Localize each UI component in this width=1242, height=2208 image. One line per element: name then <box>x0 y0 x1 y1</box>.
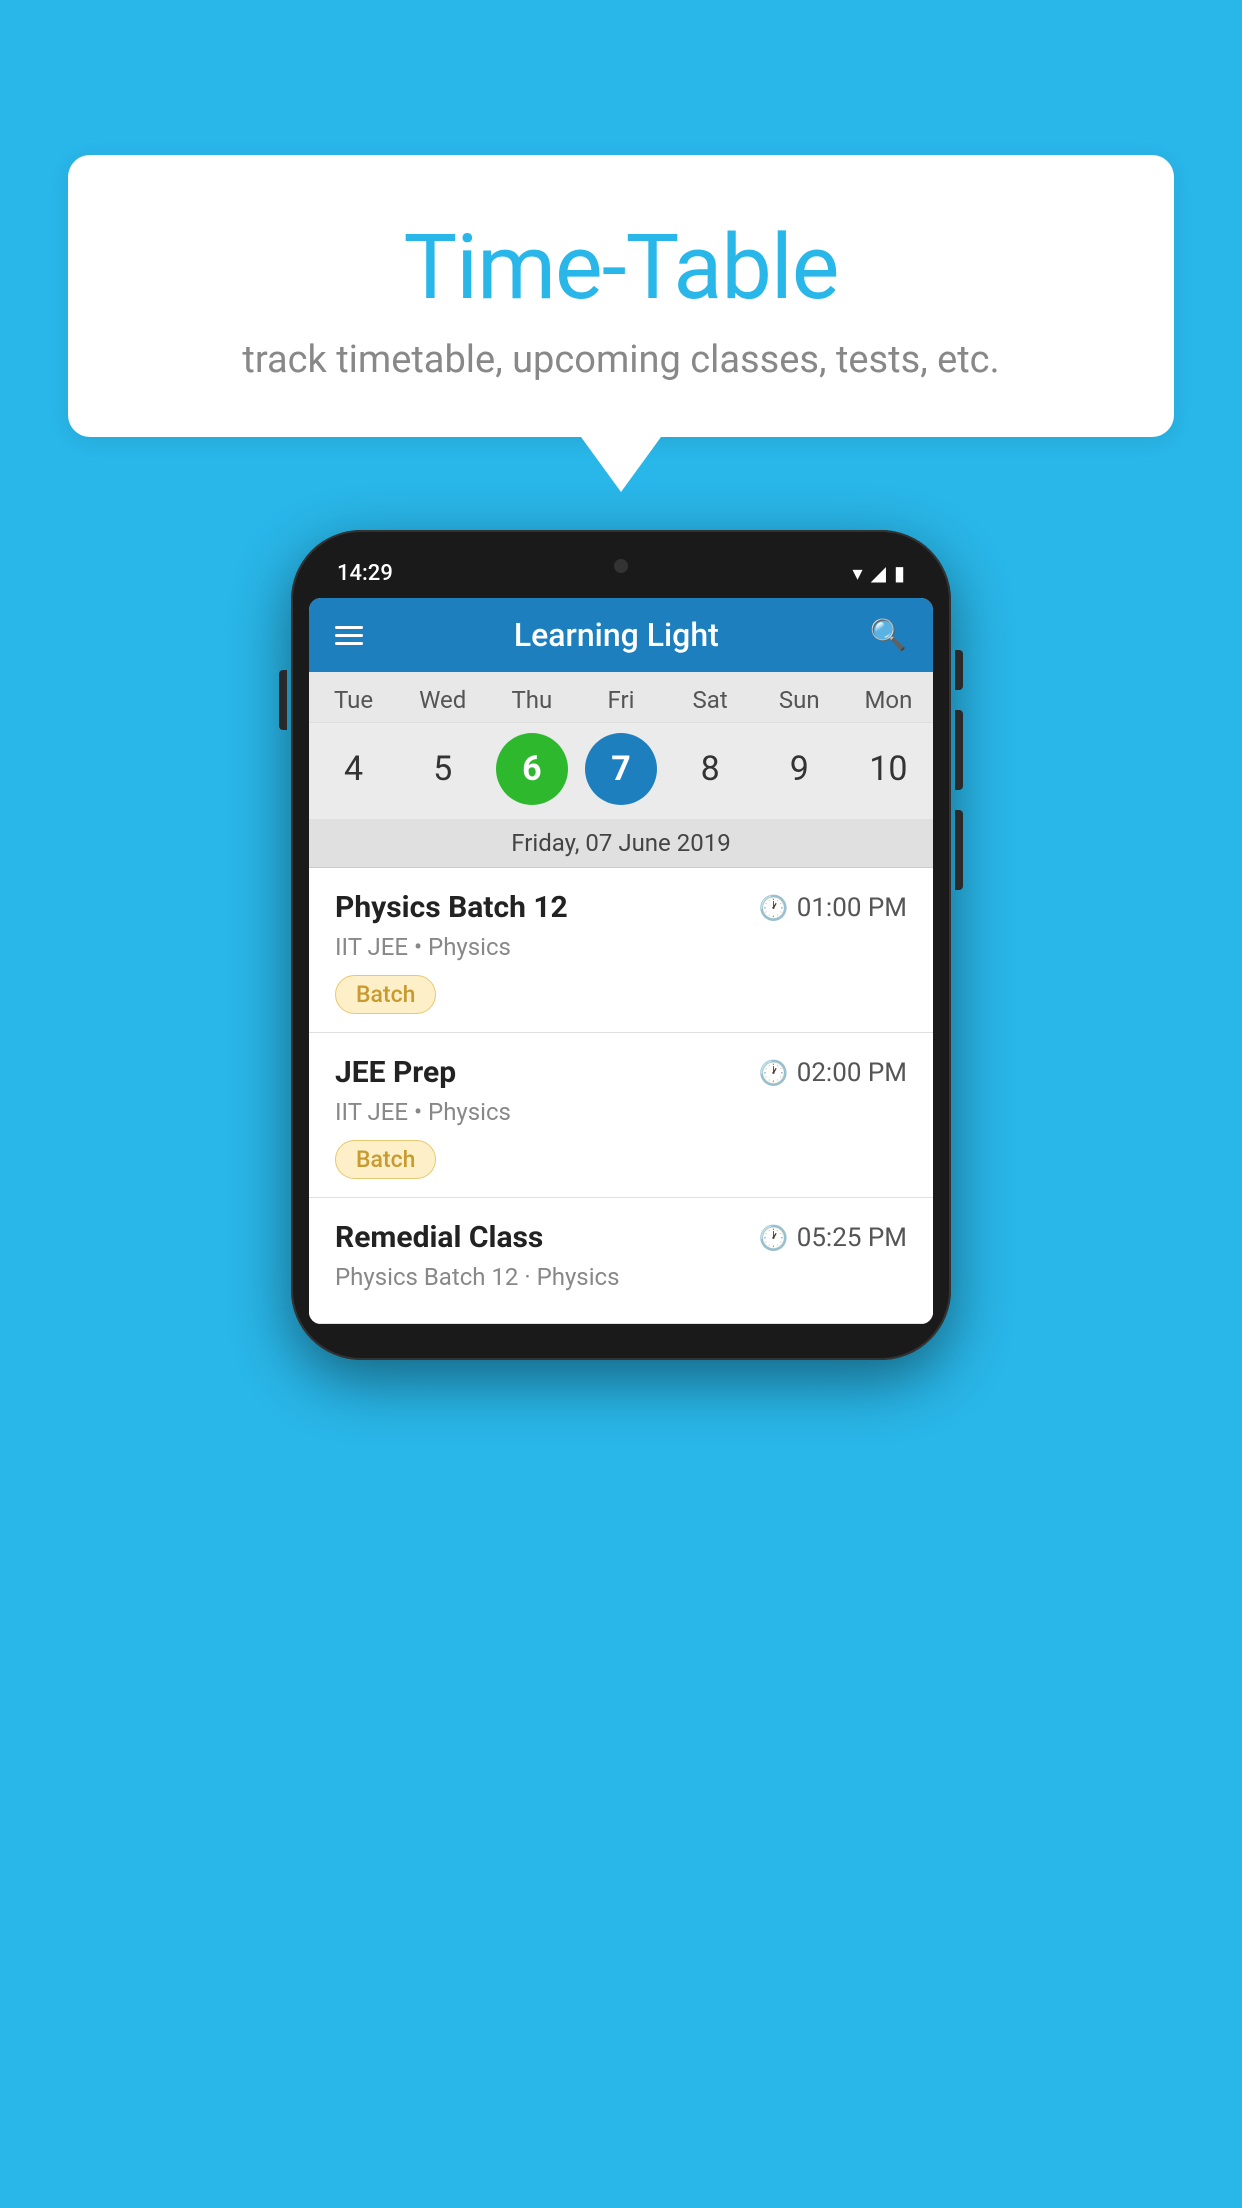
date-8[interactable]: 8 <box>674 733 746 805</box>
speech-bubble-section: Time-Table track timetable, upcoming cla… <box>68 155 1174 492</box>
phone-notch <box>576 548 666 584</box>
class-item-1[interactable]: Physics Batch 12 🕐 01:00 PM IIT JEE • Ph… <box>309 868 933 1033</box>
class-3-subtitle: Physics Batch 12 · Physics <box>335 1263 907 1291</box>
date-5[interactable]: 5 <box>407 733 479 805</box>
app-bar-title: Learning Light <box>514 616 719 654</box>
phone-screen: Learning Light 🔍 Tue Wed Thu Fri Sat Sun… <box>309 598 933 1324</box>
class-1-subtitle: IIT JEE • Physics <box>335 933 907 961</box>
clock-icon-2: 🕐 <box>759 1059 789 1087</box>
wifi-icon: ▾ <box>853 561 863 585</box>
volume-up-button <box>955 710 963 790</box>
camera <box>614 559 628 573</box>
date-4[interactable]: 4 <box>318 733 390 805</box>
signal-icon: ◢ <box>871 561 886 585</box>
menu-button[interactable] <box>335 626 363 645</box>
bubble-tail <box>581 437 661 492</box>
class-2-time-wrapper: 🕐 02:00 PM <box>759 1058 907 1088</box>
class-1-badge: Batch <box>335 975 436 1014</box>
day-mon[interactable]: Mon <box>848 686 928 714</box>
day-sat[interactable]: Sat <box>670 686 750 714</box>
class-item-2-header: JEE Prep 🕐 02:00 PM <box>335 1055 907 1090</box>
class-3-name: Remedial Class <box>335 1220 543 1255</box>
class-3-time-wrapper: 🕐 05:25 PM <box>759 1223 907 1253</box>
status-icons: ▾ ◢ ▮ <box>853 561 905 585</box>
class-item-2[interactable]: JEE Prep 🕐 02:00 PM IIT JEE • Physics Ba… <box>309 1033 933 1198</box>
day-thu[interactable]: Thu <box>492 686 572 714</box>
class-1-time-wrapper: 🕐 01:00 PM <box>759 893 907 923</box>
volume-button <box>279 670 287 730</box>
date-7-selected[interactable]: 7 <box>585 733 657 805</box>
class-item-1-header: Physics Batch 12 🕐 01:00 PM <box>335 890 907 925</box>
bubble-subtitle: track timetable, upcoming classes, tests… <box>118 338 1124 382</box>
calendar-days-header: Tue Wed Thu Fri Sat Sun Mon <box>309 672 933 723</box>
day-wed[interactable]: Wed <box>403 686 483 714</box>
search-button[interactable]: 🔍 <box>870 618 907 653</box>
class-2-name: JEE Prep <box>335 1055 456 1090</box>
class-list: Physics Batch 12 🕐 01:00 PM IIT JEE • Ph… <box>309 868 933 1324</box>
day-fri[interactable]: Fri <box>581 686 661 714</box>
phone-chin <box>309 1324 933 1342</box>
app-bar: Learning Light 🔍 <box>309 598 933 672</box>
battery-icon: ▮ <box>894 561 905 585</box>
day-tue[interactable]: Tue <box>314 686 394 714</box>
class-item-3-header: Remedial Class 🕐 05:25 PM <box>335 1220 907 1255</box>
phone-mockup: 14:29 ▾ ◢ ▮ Learning Light 🔍 Tue <box>291 530 951 1360</box>
class-item-3[interactable]: Remedial Class 🕐 05:25 PM Physics Batch … <box>309 1198 933 1324</box>
class-1-name: Physics Batch 12 <box>335 890 568 925</box>
selected-date-label: Friday, 07 June 2019 <box>309 819 933 868</box>
power-button <box>955 650 963 690</box>
speech-bubble-card: Time-Table track timetable, upcoming cla… <box>68 155 1174 437</box>
class-2-time: 02:00 PM <box>797 1058 907 1088</box>
phone-frame: 14:29 ▾ ◢ ▮ Learning Light 🔍 Tue <box>291 530 951 1360</box>
status-bar: 14:29 ▾ ◢ ▮ <box>309 548 933 598</box>
class-2-subtitle: IIT JEE • Physics <box>335 1098 907 1126</box>
bubble-title: Time-Table <box>118 215 1124 320</box>
clock-icon-3: 🕐 <box>759 1224 789 1252</box>
calendar-dates-row: 4 5 6 7 8 9 10 <box>309 723 933 819</box>
date-10[interactable]: 10 <box>852 733 924 805</box>
class-2-badge: Batch <box>335 1140 436 1179</box>
date-9[interactable]: 9 <box>763 733 835 805</box>
class-1-time: 01:00 PM <box>797 893 907 923</box>
date-6-today[interactable]: 6 <box>496 733 568 805</box>
class-3-time: 05:25 PM <box>797 1223 907 1253</box>
clock-display: 14:29 <box>337 561 393 586</box>
clock-icon-1: 🕐 <box>759 894 789 922</box>
day-sun[interactable]: Sun <box>759 686 839 714</box>
volume-down-button <box>955 810 963 890</box>
